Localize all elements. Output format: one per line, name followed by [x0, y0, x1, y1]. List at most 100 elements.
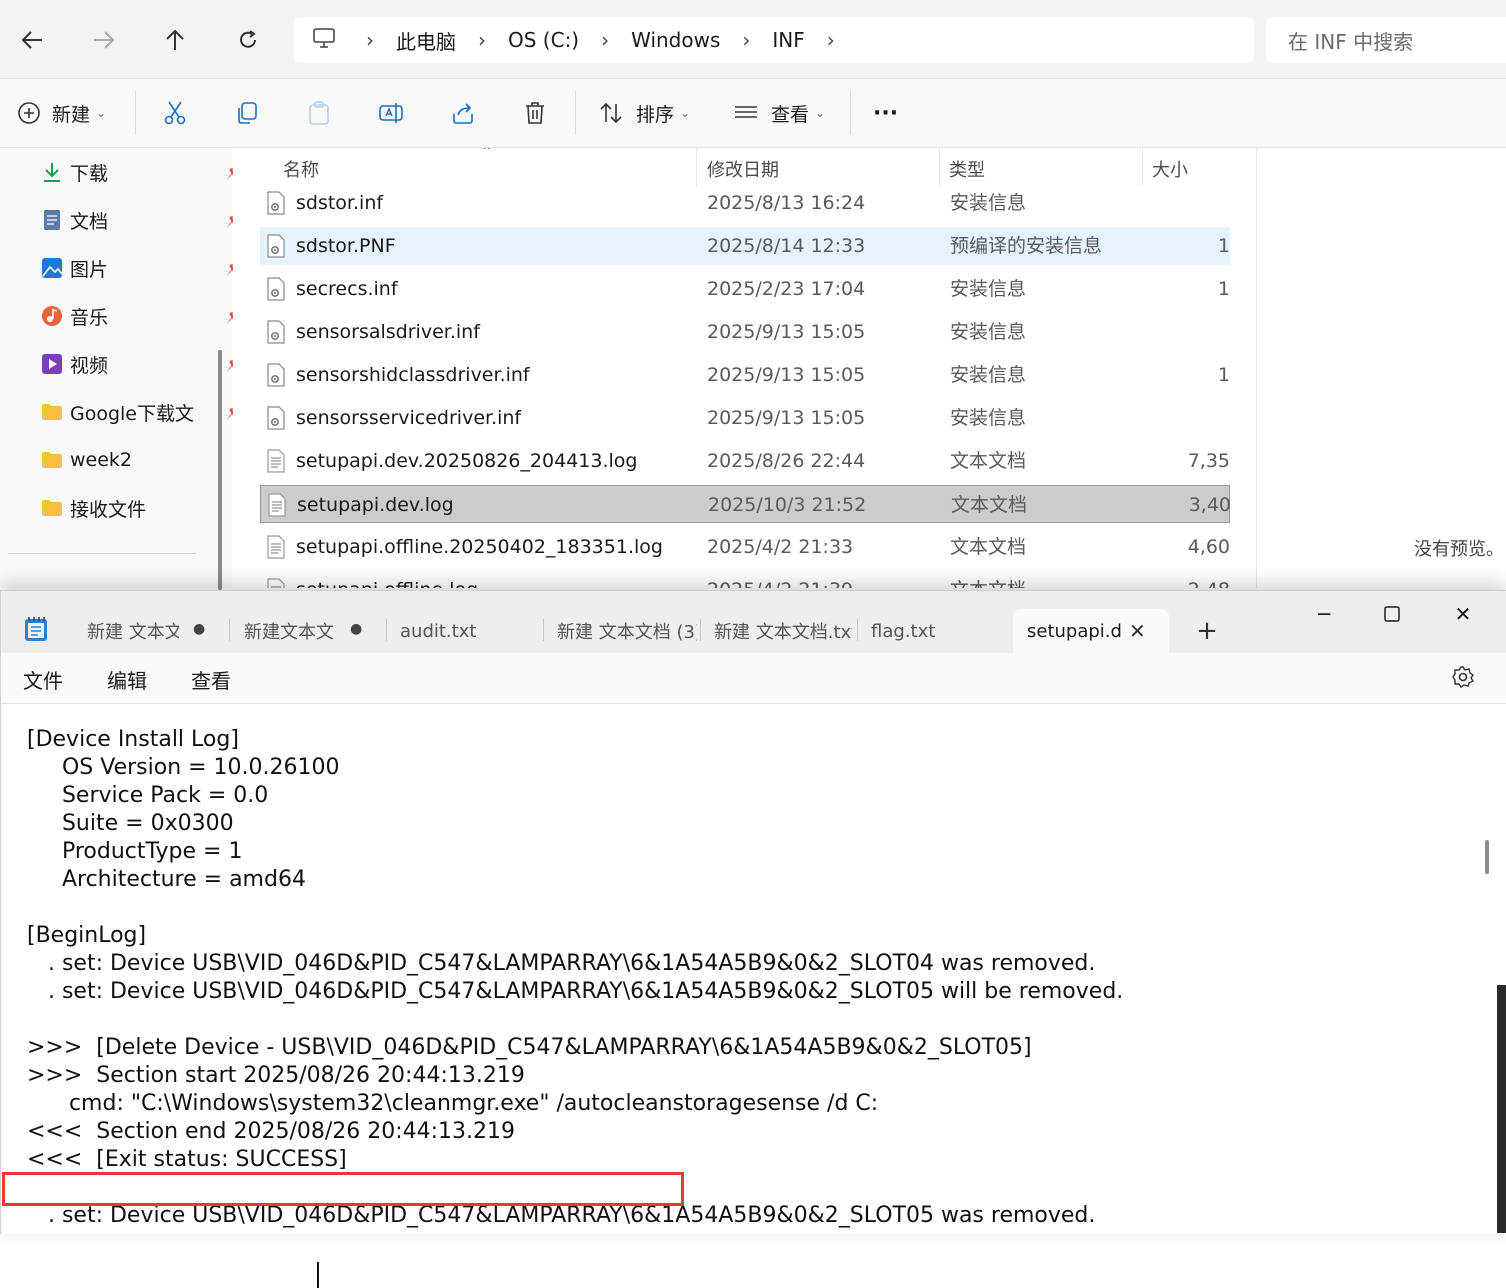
sidebar-item-documents[interactable]: 文档 📌: [40, 200, 243, 240]
column-divider[interactable]: [939, 148, 940, 186]
text-line: Architecture = amd64: [27, 867, 306, 892]
settings-button[interactable]: [1451, 665, 1475, 693]
file-row[interactable]: setupapi.dev.log 2025/10/3 21:52 文本文档 3,40: [260, 485, 1231, 523]
file-size: 3,40: [1188, 494, 1231, 516]
chevron-right-icon: ›: [826, 28, 835, 52]
file-row[interactable]: sdstor.PNF 2025/8/14 12:33 预编译的安装信息 1: [260, 227, 1230, 265]
sort-button[interactable]: 排序 ⌄: [598, 93, 690, 133]
notepad-app-icon: [23, 615, 49, 647]
tab-audit[interactable]: audit.txt: [400, 609, 540, 653]
cut-button[interactable]: [162, 93, 188, 133]
tab-flag[interactable]: flag.txt: [871, 609, 1011, 653]
file-type: 文本文档: [951, 494, 1028, 516]
tab-untitled-txt[interactable]: 新建 文本文档.txt: [714, 609, 852, 653]
arrow-left-icon: [21, 31, 42, 49]
maximize-icon: [1384, 606, 1400, 622]
breadcrumb-c-drive[interactable]: OS (C:): [496, 28, 591, 52]
command-bar: 新建 ⌄ 排序 ⌄ 查看 ⌄ ···: [0, 79, 1506, 148]
breadcrumb-windows[interactable]: Windows: [619, 28, 732, 52]
file-type: 安装信息: [950, 192, 1027, 214]
rename-button[interactable]: [378, 93, 404, 133]
sidebar-item-label: 文档: [70, 210, 109, 233]
text-line: . set: Device USB\VID_046D&PID_C547&LAMP…: [27, 951, 1096, 976]
text-file-icon: [267, 449, 285, 473]
back-button[interactable]: [12, 20, 52, 60]
editor-scrollbar[interactable]: [1485, 840, 1489, 874]
column-divider[interactable]: [1142, 148, 1143, 186]
file-name: sensorshidclassdriver.inf: [296, 364, 530, 386]
column-header-type[interactable]: 类型: [949, 156, 985, 182]
refresh-button[interactable]: [228, 20, 268, 60]
minimize-icon: ─: [1317, 602, 1331, 626]
sidebar-item-received-files[interactable]: 接收文件: [40, 488, 210, 528]
column-header-name[interactable]: 名称: [283, 156, 319, 182]
menu-view[interactable]: 查看: [191, 665, 231, 694]
file-list: 名称 ⌃ 修改日期 类型 大小 sdstor.inf 2025/8/13 16:2…: [233, 148, 1255, 588]
new-button[interactable]: 新建 ⌄: [16, 93, 106, 133]
sidebar-item-music[interactable]: 音乐 📌: [40, 296, 243, 336]
unsaved-dot-icon: ●: [193, 621, 206, 637]
file-row[interactable]: sensorshidclassdriver.inf 2025/9/13 15:05…: [260, 356, 1230, 394]
close-window-button[interactable]: ✕: [1430, 591, 1496, 637]
tab-setupapi[interactable]: setupapi.d ✕: [1013, 609, 1169, 653]
folder-icon: [40, 448, 64, 472]
sidebar-item-downloads[interactable]: 下载 📌: [40, 152, 243, 192]
preview-message: 没有预览。: [1414, 539, 1504, 560]
share-button[interactable]: [450, 93, 476, 133]
text-editor[interactable]: [Device Install Log] OS Version = 10.0.2…: [1, 704, 1506, 1288]
toolbar-divider: [850, 91, 851, 135]
breadcrumb-inf[interactable]: INF: [760, 28, 816, 52]
text-line: . set: Device USB\VID_046D&PID_C547&LAMP…: [27, 979, 1124, 1004]
column-divider[interactable]: [696, 148, 697, 186]
picture-icon: [40, 256, 64, 280]
menu-file[interactable]: 文件: [23, 665, 63, 694]
file-row[interactable]: setupapi.offline.20250402_183351.log 2025…: [260, 528, 1230, 566]
file-row[interactable]: setupapi.offline.log 2025/4/2 21:39 文本文档2,…: [260, 571, 1230, 588]
tab-untitled-2[interactable]: 新建文本文: [244, 609, 338, 653]
settings-file-icon: [267, 234, 285, 258]
new-tab-button[interactable]: +: [1187, 609, 1227, 653]
more-options-button[interactable]: ···: [873, 93, 898, 133]
file-row[interactable]: secrecs.inf 2025/2/23 17:04 安装信息 1: [260, 270, 1230, 308]
file-date: 2025/4/2 21:39: [707, 571, 937, 588]
menu-edit[interactable]: 编辑: [107, 665, 147, 694]
tab-untitled-3[interactable]: 新建 文本文档 (3): [557, 609, 697, 653]
file-row[interactable]: sensorsservicedriver.inf 2025/9/13 15:05 安…: [260, 399, 1230, 437]
file-name: sdstor.PNF: [296, 235, 396, 257]
sidebar-scrollbar[interactable]: [218, 350, 222, 590]
column-header-size[interactable]: 大小: [1152, 156, 1188, 182]
chevron-right-icon: ›: [601, 28, 610, 52]
computer-icon: [312, 27, 336, 53]
address-bar[interactable]: › 此电脑 › OS (C:) › Windows › INF ›: [294, 17, 1254, 63]
view-button[interactable]: 查看 ⌄: [733, 93, 825, 133]
file-name: sensorsservicedriver.inf: [296, 407, 522, 429]
sidebar-item-videos[interactable]: 视频 📌: [40, 344, 243, 384]
file-type: 安装信息: [950, 321, 1027, 343]
music-icon: [40, 304, 64, 328]
sidebar-item-label: 下载: [70, 162, 109, 185]
file-row[interactable]: sdstor.inf 2025/8/13 16:24 安装信息: [260, 184, 1230, 222]
toolbar-divider: [575, 91, 576, 135]
sidebar-item-week2[interactable]: week2: [40, 440, 210, 480]
sidebar-item-google-downloads[interactable]: Google下载文 📌: [40, 392, 243, 432]
refresh-icon: [240, 30, 256, 48]
paste-button[interactable]: [306, 93, 332, 133]
sidebar-item-label: 接收文件: [70, 498, 147, 521]
maximize-button[interactable]: [1359, 591, 1425, 637]
settings-file-icon: [267, 191, 285, 215]
close-tab-icon[interactable]: ✕: [1129, 619, 1146, 643]
search-input[interactable]: 在 INF 中搜索: [1266, 17, 1506, 63]
up-button[interactable]: [155, 20, 195, 60]
column-header-date[interactable]: 修改日期: [707, 156, 779, 182]
tab-untitled-1[interactable]: 新建 文本文: [87, 609, 179, 653]
folder-icon: [40, 496, 64, 520]
file-row[interactable]: sensorsalsdriver.inf 2025/9/13 15:05 安装信息: [260, 313, 1230, 351]
minimize-button[interactable]: ─: [1291, 591, 1357, 637]
delete-button[interactable]: [522, 93, 548, 133]
forward-button[interactable]: [84, 20, 124, 60]
copy-button[interactable]: [234, 93, 260, 133]
sidebar-item-pictures[interactable]: 图片 📌: [40, 248, 243, 288]
file-size: [1150, 184, 1230, 222]
file-row[interactable]: setupapi.dev.20250826_204413.log 2025/8/2…: [260, 442, 1230, 480]
breadcrumb-this-pc[interactable]: 此电脑: [384, 26, 468, 55]
